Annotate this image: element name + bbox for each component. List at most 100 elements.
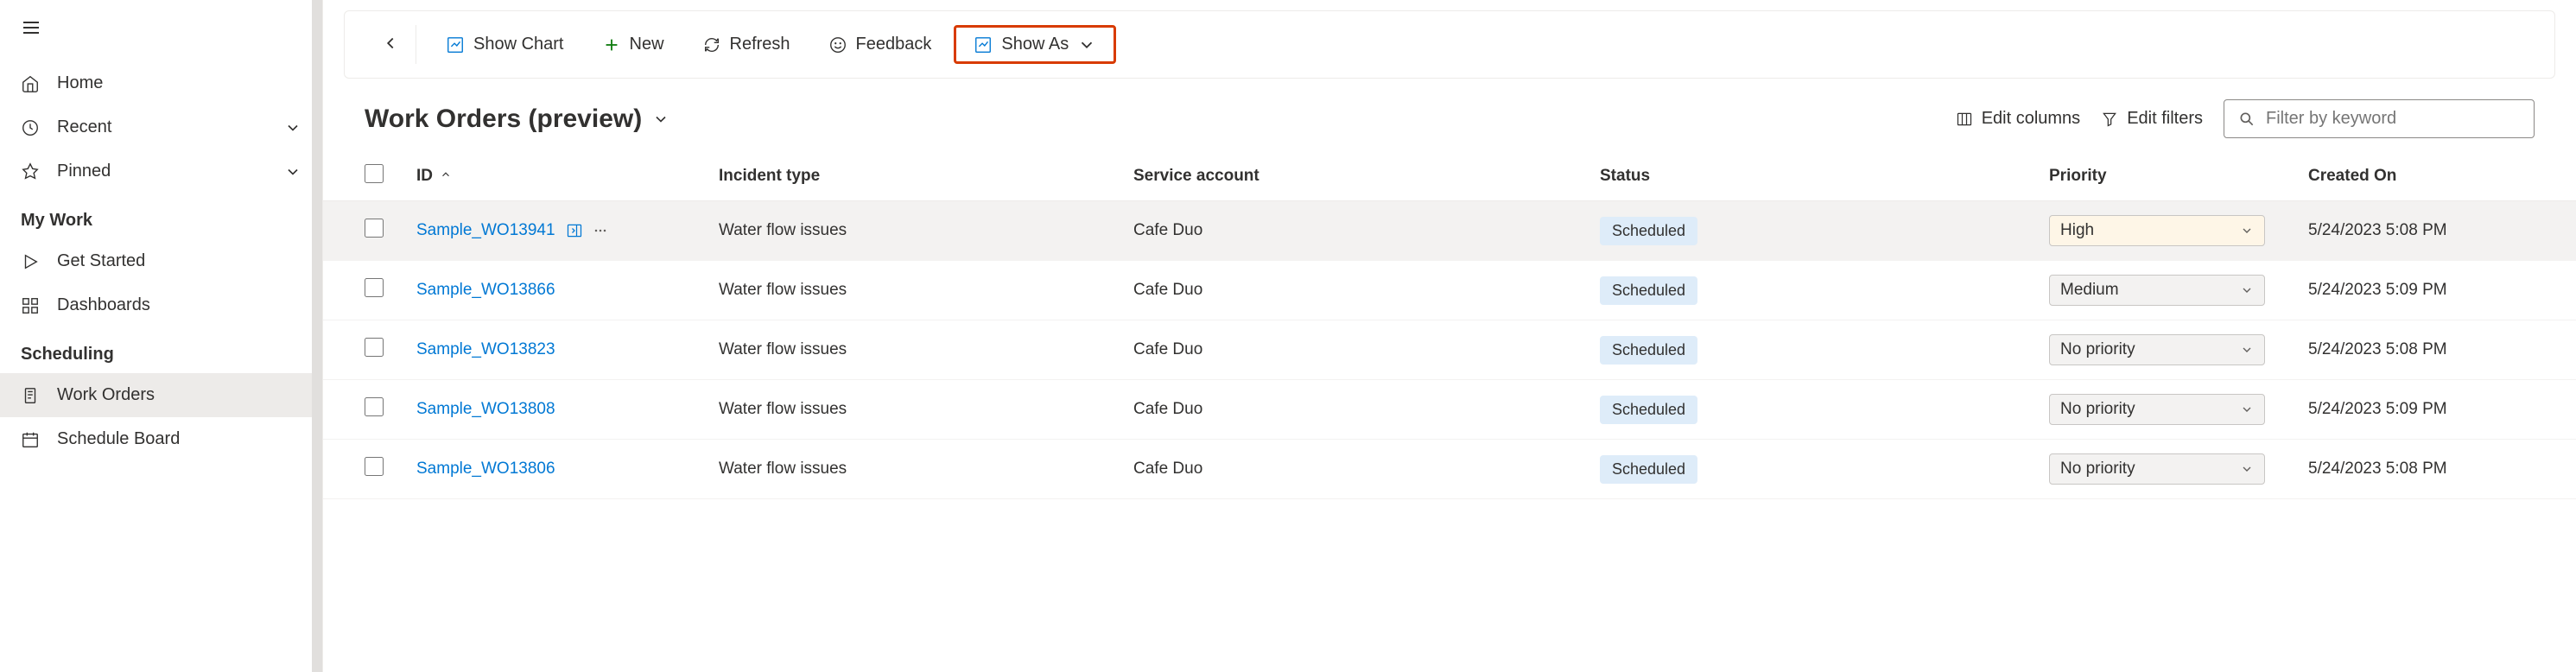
priority-value: No priority [2060,340,2135,359]
edit-columns-button[interactable]: Edit columns [1956,109,2081,129]
priority-select[interactable]: Medium [2049,275,2265,306]
chevron-down-icon [2240,403,2254,416]
nav-home[interactable]: Home [0,61,322,105]
sidebar: Home Recent Pinned My Work Get Started D… [0,0,323,672]
nav-getstarted-label: Get Started [57,251,145,271]
id-link[interactable]: Sample_WO13823 [416,340,555,359]
edit-filters-button[interactable]: Edit filters [2101,109,2203,129]
chevron-down-icon [2240,462,2254,476]
cell-created: 5/24/2023 5:09 PM [2308,281,2535,300]
nav-dashboards[interactable]: Dashboards [0,283,322,327]
header-status[interactable]: Status [1600,167,2049,186]
nav-recent-label: Recent [57,117,111,137]
view-header: Work Orders (preview) Edit columns Edit … [323,79,2576,152]
chevron-down-icon [1077,35,1096,54]
show-chart-label: Show Chart [473,35,564,54]
clock-icon [21,118,40,137]
priority-select[interactable]: No priority [2049,394,2265,425]
status-badge: Scheduled [1600,455,1697,484]
table-row[interactable]: Sample_WO13866Water flow issuesCafe DuoS… [323,261,2576,320]
row-checkbox[interactable] [365,219,384,238]
table-row[interactable]: Sample_WO13823Water flow issuesCafe DuoS… [323,320,2576,380]
row-checkbox[interactable] [365,278,384,297]
sidebar-scrollbar[interactable] [312,0,322,672]
table-row[interactable]: Sample_WO13806Water flow issuesCafe DuoS… [323,440,2576,499]
header-incident[interactable]: Incident type [719,167,1133,186]
select-all[interactable] [365,164,416,188]
cell-created: 5/24/2023 5:08 PM [2308,340,2535,359]
row-checkbox[interactable] [365,338,384,357]
more-icon[interactable] [592,222,609,239]
select-all-checkbox[interactable] [365,164,384,183]
row-checkbox[interactable] [365,397,384,416]
grid-body: Sample_WO13941Water flow issuesCafe DuoS… [323,201,2576,499]
show-chart-button[interactable]: Show Chart [430,26,580,63]
priority-select[interactable]: High [2049,215,2265,246]
priority-select[interactable]: No priority [2049,334,2265,365]
header-id-label: ID [416,167,433,186]
cell-priority: No priority [2049,334,2308,365]
new-button[interactable]: New [587,26,680,63]
pin-icon [21,162,40,181]
id-link[interactable]: Sample_WO13941 [416,221,555,240]
cell-service: Cafe Duo [1133,281,1600,300]
header-priority[interactable]: Priority [2049,167,2308,186]
hamburger-menu[interactable] [0,10,322,48]
back-button[interactable] [365,25,416,64]
cell-created: 5/24/2023 5:08 PM [2308,460,2535,479]
show-as-label: Show As [1001,35,1069,54]
cell-priority: Medium [2049,275,2308,306]
table-row[interactable]: Sample_WO13941Water flow issuesCafe DuoS… [323,201,2576,261]
section-mywork: My Work [0,193,322,239]
nav-getstarted[interactable]: Get Started [0,239,322,283]
cell-status: Scheduled [1600,336,2049,365]
chevron-down-icon [2240,283,2254,297]
filter-keyword-input[interactable] [2266,109,2520,129]
nav-pinned-label: Pinned [57,162,111,181]
priority-value: No priority [2060,400,2135,419]
chevron-down-icon [2240,224,2254,238]
grid-header: ID Incident type Service account Status … [323,152,2576,201]
nav-workorders[interactable]: Work Orders [0,373,322,417]
nav-recent[interactable]: Recent [0,105,322,149]
smile-icon [828,35,847,54]
dashboard-icon [21,296,40,315]
nav-pinned[interactable]: Pinned [0,149,322,193]
cell-service: Cafe Duo [1133,400,1600,419]
filter-keyword[interactable] [2224,99,2535,138]
nav-dashboards-label: Dashboards [57,295,150,315]
filter-icon [2101,111,2118,128]
chevron-down-icon [284,163,301,181]
open-pane-icon[interactable] [566,222,583,239]
id-link[interactable]: Sample_WO13808 [416,400,555,419]
refresh-icon [702,35,721,54]
chart-icon [446,35,465,54]
priority-value: High [2060,221,2094,240]
nav-scheduleboard-label: Schedule Board [57,429,180,449]
sort-asc-icon [440,167,452,186]
cell-created: 5/24/2023 5:09 PM [2308,400,2535,419]
view-title-text: Work Orders (preview) [365,105,642,134]
id-link[interactable]: Sample_WO13866 [416,281,555,300]
refresh-label: Refresh [730,35,790,54]
status-badge: Scheduled [1600,217,1697,245]
priority-select[interactable]: No priority [2049,453,2265,485]
id-link[interactable]: Sample_WO13806 [416,460,555,479]
cell-status: Scheduled [1600,396,2049,424]
search-icon [2238,111,2256,128]
table-row[interactable]: Sample_WO13808Water flow issuesCafe DuoS… [323,380,2576,440]
row-checkbox[interactable] [365,457,384,476]
priority-value: No priority [2060,460,2135,479]
nav-scheduleboard[interactable]: Schedule Board [0,417,322,461]
command-bar: Show Chart New Refresh Feedback Show As [344,10,2555,79]
header-service[interactable]: Service account [1133,167,1600,186]
header-created[interactable]: Created On [2308,167,2535,186]
view-selector[interactable]: Work Orders (preview) [365,105,669,134]
show-as-button[interactable]: Show As [954,25,1116,64]
chevron-down-icon [2240,343,2254,357]
feedback-button[interactable]: Feedback [813,26,948,63]
feedback-label: Feedback [856,35,932,54]
header-id[interactable]: ID [416,167,719,186]
cell-priority: No priority [2049,453,2308,485]
refresh-button[interactable]: Refresh [687,26,806,63]
